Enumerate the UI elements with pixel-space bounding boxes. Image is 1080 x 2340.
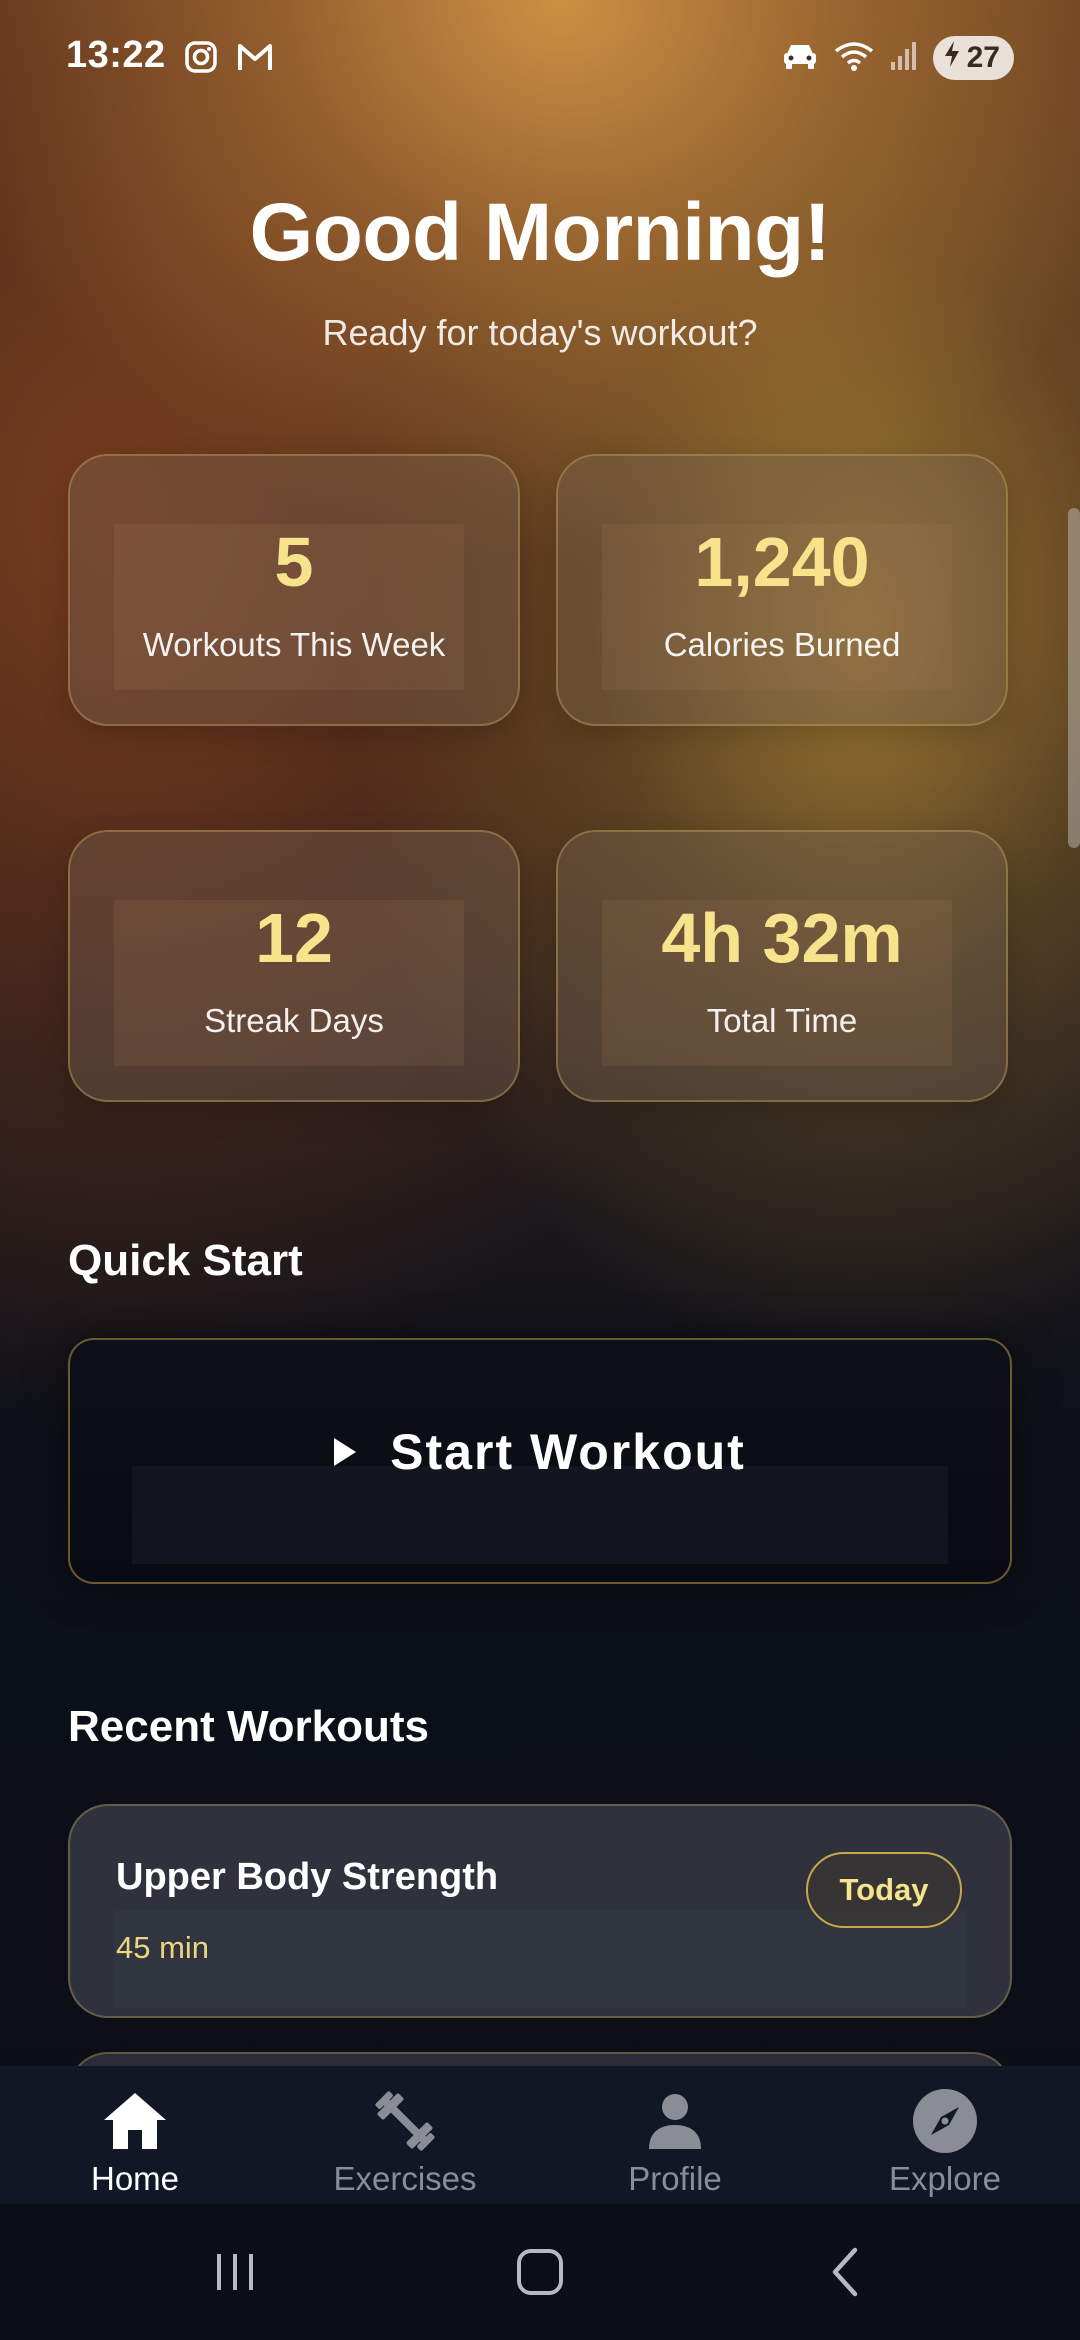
dumbbell-icon [370,2086,440,2156]
home-system-button[interactable] [490,2204,590,2340]
battery-level: 27 [966,41,1000,74]
workout-date-badge: Today [806,1852,962,1928]
stat-label: Workouts This Week [142,626,446,663]
stat-label: Streak Days [204,1002,384,1039]
workout-duration: 45 min [116,1930,210,1965]
nav-label: Explore [889,2160,1001,2197]
battery-indicator: 27 [932,36,1014,80]
stat-card-total-time: 4h 32m Total Time [556,830,1008,1102]
nav-item-profile[interactable]: Profile [540,2066,810,2204]
greeting-subtitle: Ready for today's workout? [322,312,758,353]
stat-value: 1,240 [694,523,870,601]
workout-card[interactable]: Upper Body Strength 45 min Today [68,1804,1012,2018]
nav-item-explore[interactable]: Explore [810,2066,1080,2204]
scrollbar-thumb[interactable] [1068,508,1080,848]
bottom-navigation: Home Exercises Profile Explore [0,2066,1080,2204]
battery-charging-icon [943,40,961,76]
gmail-icon [236,40,274,79]
status-right-icons: 27 [781,36,1014,80]
person-icon [640,2086,710,2156]
system-navigation-bar [0,2204,1080,2340]
start-workout-button[interactable]: Start Workout [68,1338,1012,1584]
home-icon [100,2086,170,2156]
nav-item-home[interactable]: Home [0,2066,270,2204]
quick-start-heading: Quick Start [68,1236,303,1285]
compass-icon [910,2086,980,2156]
stat-value: 12 [255,899,333,977]
stat-label: Calories Burned [663,626,901,663]
recent-apps-icon [217,2254,253,2290]
nav-item-exercises[interactable]: Exercises [270,2066,540,2204]
car-icon [781,40,819,77]
back-button[interactable] [800,2204,890,2340]
nav-label: Exercises [333,2160,477,2197]
instagram-icon [184,40,218,79]
stat-value: 4h 32m [661,899,903,977]
play-icon [334,1438,357,1466]
nav-label: Home [90,2160,180,2197]
stat-label: Total Time [706,1002,858,1039]
recent-apps-button[interactable] [190,2204,280,2340]
signal-icon [889,40,919,77]
nav-label: Profile [628,2160,722,2197]
stat-card-calories: 1,240 Calories Burned [556,454,1008,726]
status-left-icons [184,40,274,79]
stat-card-workouts: 5 Workouts This Week [68,454,520,726]
stat-value: 5 [274,523,314,601]
wifi-icon [833,40,875,77]
workout-name: Upper Body Strength [116,1856,499,1898]
start-workout-label: Start Workout [390,1424,746,1480]
status-time: 13:22 [66,34,166,76]
greeting-title: Good Morning! [249,187,832,278]
home-square-icon [517,2249,563,2295]
back-chevron-icon [832,2247,858,2297]
stat-card-streak: 12 Streak Days [68,830,520,1102]
recent-workouts-heading: Recent Workouts [68,1702,430,1751]
